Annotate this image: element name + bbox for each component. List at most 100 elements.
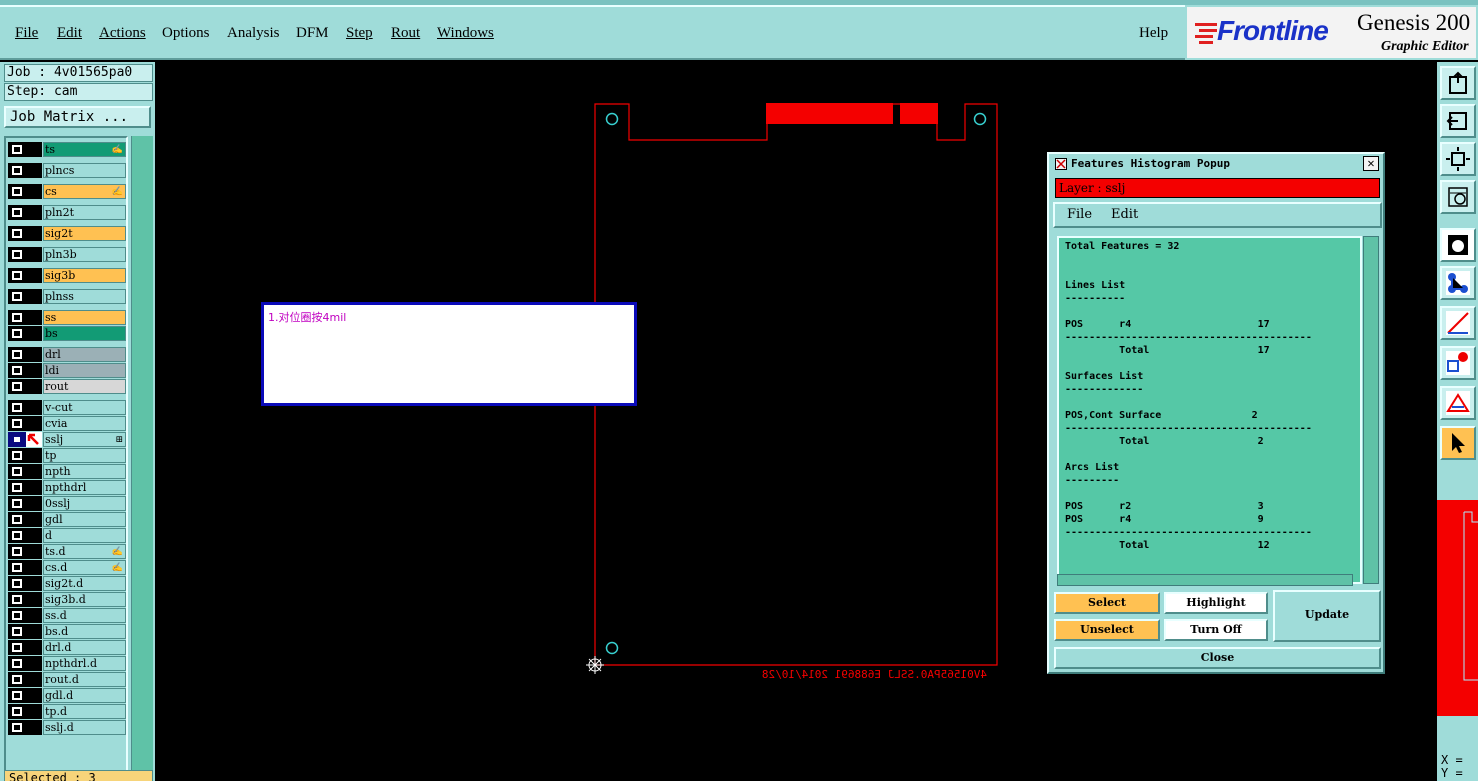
close-job-icon[interactable] xyxy=(1440,104,1476,138)
layer-display-slot[interactable] xyxy=(26,205,42,220)
layer-display-slot[interactable] xyxy=(26,226,42,241)
layer-row[interactable]: cvia xyxy=(8,416,126,431)
layer-row[interactable]: sig2t xyxy=(8,226,126,241)
layer-row[interactable]: npthdrl.d xyxy=(8,656,126,671)
layer-name[interactable]: sslj ⊞ xyxy=(43,432,126,447)
menu-rout[interactable]: Rout xyxy=(391,25,420,42)
edit-line-icon[interactable] xyxy=(1440,306,1476,340)
layer-name[interactable]: ss.d xyxy=(43,608,126,623)
layer-name[interactable]: rout.d xyxy=(43,672,126,687)
layer-display-slot[interactable] xyxy=(26,363,42,378)
layer-row[interactable]: bs.d xyxy=(8,624,126,639)
layer-row[interactable]: ss xyxy=(8,310,126,325)
layer-display-slot[interactable] xyxy=(26,310,42,325)
layer-row[interactable]: ldi xyxy=(8,363,126,378)
layer-row[interactable]: pln2t xyxy=(8,205,126,220)
job-matrix-button[interactable]: Job Matrix ... xyxy=(4,106,151,128)
snap-icon[interactable] xyxy=(1440,266,1476,300)
layer-name[interactable]: v-cut xyxy=(43,400,126,415)
layer-display-slot[interactable] xyxy=(26,576,42,591)
layer-name[interactable]: pln3b xyxy=(43,247,126,262)
layer-display-slot[interactable] xyxy=(26,448,42,463)
layer-row[interactable]: sslj ⊞ xyxy=(8,432,126,447)
layer-affected-checkbox[interactable] xyxy=(8,310,26,325)
overview-minimap[interactable] xyxy=(1437,500,1478,716)
layer-row[interactable]: drl.d xyxy=(8,640,126,655)
update-button[interactable]: Update xyxy=(1273,590,1381,642)
layer-display-slot[interactable] xyxy=(26,247,42,262)
layer-display-slot[interactable] xyxy=(26,656,42,671)
layer-affected-checkbox[interactable] xyxy=(8,464,26,479)
layer-affected-checkbox[interactable] xyxy=(8,142,26,157)
layer-name[interactable]: sig2t.d xyxy=(43,576,126,591)
layer-display-slot[interactable] xyxy=(26,624,42,639)
layer-display-slot[interactable] xyxy=(26,608,42,623)
layer-display-slot[interactable] xyxy=(26,512,42,527)
layer-affected-checkbox[interactable] xyxy=(8,624,26,639)
layer-display-slot[interactable] xyxy=(26,416,42,431)
layer-row[interactable]: ss.d xyxy=(8,608,126,623)
layer-name[interactable]: npthdrl.d xyxy=(43,656,126,671)
menu-edit[interactable]: Edit xyxy=(57,25,82,42)
layer-row[interactable]: cs ✍ xyxy=(8,184,126,199)
zoom-fit-icon[interactable] xyxy=(1440,142,1476,176)
layer-row[interactable]: gdl.d xyxy=(8,688,126,703)
display-mode-icon[interactable] xyxy=(1440,228,1476,262)
layer-affected-checkbox[interactable] xyxy=(8,688,26,703)
layer-affected-checkbox[interactable] xyxy=(8,326,26,341)
highlight-button[interactable]: Highlight xyxy=(1164,592,1268,614)
layer-name[interactable]: pln2t xyxy=(43,205,126,220)
layer-row[interactable]: npth xyxy=(8,464,126,479)
measure-icon[interactable] xyxy=(1440,180,1476,214)
layer-display-slot[interactable] xyxy=(26,289,42,304)
layer-affected-checkbox[interactable] xyxy=(8,289,26,304)
drc-icon[interactable] xyxy=(1440,386,1476,420)
layer-display-slot[interactable] xyxy=(26,544,42,559)
layer-name[interactable]: bs.d xyxy=(43,624,126,639)
layer-affected-checkbox[interactable] xyxy=(8,400,26,415)
layer-display-slot[interactable] xyxy=(26,496,42,511)
layer-name[interactable]: cs.d ✍ xyxy=(43,560,126,575)
open-job-icon[interactable] xyxy=(1440,66,1476,100)
layer-display-slot[interactable] xyxy=(26,142,42,157)
layer-display-slot[interactable] xyxy=(26,592,42,607)
layer-affected-checkbox[interactable] xyxy=(8,480,26,495)
layer-name[interactable]: tp xyxy=(43,448,126,463)
layer-row[interactable]: rout xyxy=(8,379,126,394)
layer-list-scrollbar[interactable] xyxy=(131,136,153,781)
layer-row[interactable]: tp.d xyxy=(8,704,126,719)
layer-name[interactable]: ts.d ✍ xyxy=(43,544,126,559)
menu-options[interactable]: Options xyxy=(162,25,210,42)
layer-row[interactable]: ts.d ✍ xyxy=(8,544,126,559)
menu-help[interactable]: Help xyxy=(1139,25,1168,42)
layer-display-slot[interactable] xyxy=(26,184,42,199)
layer-display-slot[interactable] xyxy=(26,326,42,341)
layer-name[interactable]: ss xyxy=(43,310,126,325)
layer-row[interactable]: sig3b.d xyxy=(8,592,126,607)
layer-affected-checkbox[interactable] xyxy=(8,592,26,607)
layer-affected-checkbox[interactable] xyxy=(8,496,26,511)
turn-off-button[interactable]: Turn Off xyxy=(1164,619,1268,641)
menu-step[interactable]: Step xyxy=(346,25,373,42)
layer-affected-checkbox[interactable] xyxy=(8,448,26,463)
layer-row[interactable]: d xyxy=(8,528,126,543)
layer-display-slot[interactable] xyxy=(26,480,42,495)
layer-affected-checkbox[interactable] xyxy=(8,247,26,262)
layer-display-slot[interactable] xyxy=(26,268,42,283)
layer-name[interactable]: 0sslj xyxy=(43,496,126,511)
menu-actions[interactable]: Actions xyxy=(99,25,146,42)
layer-affected-checkbox[interactable] xyxy=(8,672,26,687)
layer-name[interactable]: cs ✍ xyxy=(43,184,126,199)
menu-analysis[interactable]: Analysis xyxy=(227,25,280,42)
work-layer-arrow-icon[interactable] xyxy=(26,432,42,447)
layer-name[interactable]: bs xyxy=(43,326,126,341)
layer-row[interactable]: sig2t.d xyxy=(8,576,126,591)
layer-display-slot[interactable] xyxy=(26,379,42,394)
layer-affected-checkbox[interactable] xyxy=(8,608,26,623)
layer-affected-checkbox[interactable] xyxy=(8,544,26,559)
report-vertical-scrollbar[interactable] xyxy=(1363,236,1379,584)
layer-name[interactable]: sslj.d xyxy=(43,720,126,735)
layer-display-slot[interactable] xyxy=(26,688,42,703)
layer-affected-checkbox[interactable] xyxy=(8,576,26,591)
layer-name[interactable]: npthdrl xyxy=(43,480,126,495)
